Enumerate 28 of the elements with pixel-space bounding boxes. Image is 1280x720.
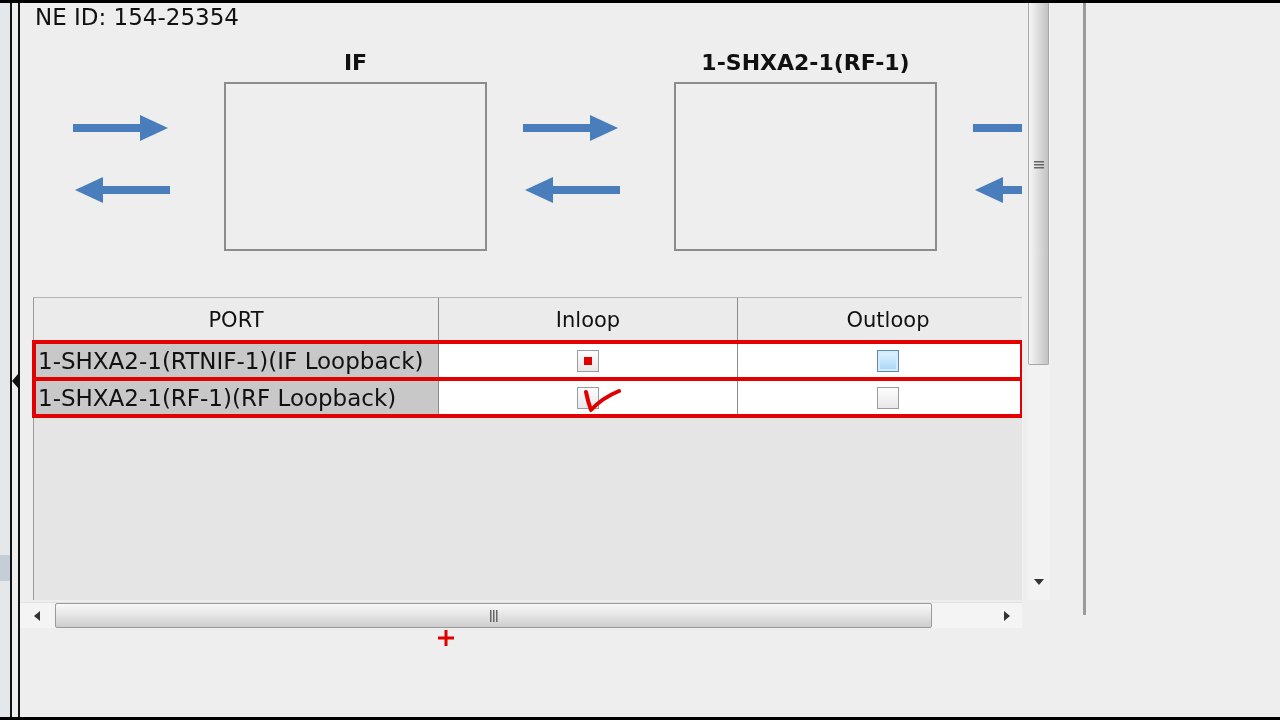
right-arrow-icon [523,115,620,141]
ne-id-label: NE ID: 154-25354 [35,3,239,31]
left-arrow-icon [523,177,620,203]
column-header[interactable]: PORT [34,298,439,341]
caret-left-icon[interactable] [12,374,18,388]
grip-icon [1033,161,1044,169]
column-header[interactable]: Outloop [738,298,1022,341]
checkbox[interactable] [877,386,899,409]
highlight-strip [0,555,10,581]
plus-cursor-icon [438,630,454,646]
block-title: 1-SHXA2-1(RF-1) [701,50,910,76]
left-arrow-icon [73,177,170,203]
column-header[interactable]: Inloop [439,298,738,341]
caret-left-icon [33,610,40,621]
vertical-scrollbar[interactable] [1027,3,1050,600]
right-arrow-icon [73,115,170,141]
left-arrow-icon [973,177,1022,203]
horizontal-scrollbar[interactable] [20,602,1022,628]
checkbox[interactable] [877,349,899,372]
caret-down-icon [1033,579,1044,585]
caret-right-icon [1004,610,1010,621]
scrollbar-thumb[interactable] [55,603,932,628]
grip-icon [489,609,498,622]
table-cell: 1-SHXA2-1(RTNIF-1)(IF Loopback) [34,342,439,379]
checkbox[interactable] [577,349,599,372]
table-cell: 1-SHXA2-1(RF-1)(RF Loopback) [34,379,439,416]
scrollbar-thumb[interactable] [1028,3,1049,365]
block-title: IF [343,50,368,76]
